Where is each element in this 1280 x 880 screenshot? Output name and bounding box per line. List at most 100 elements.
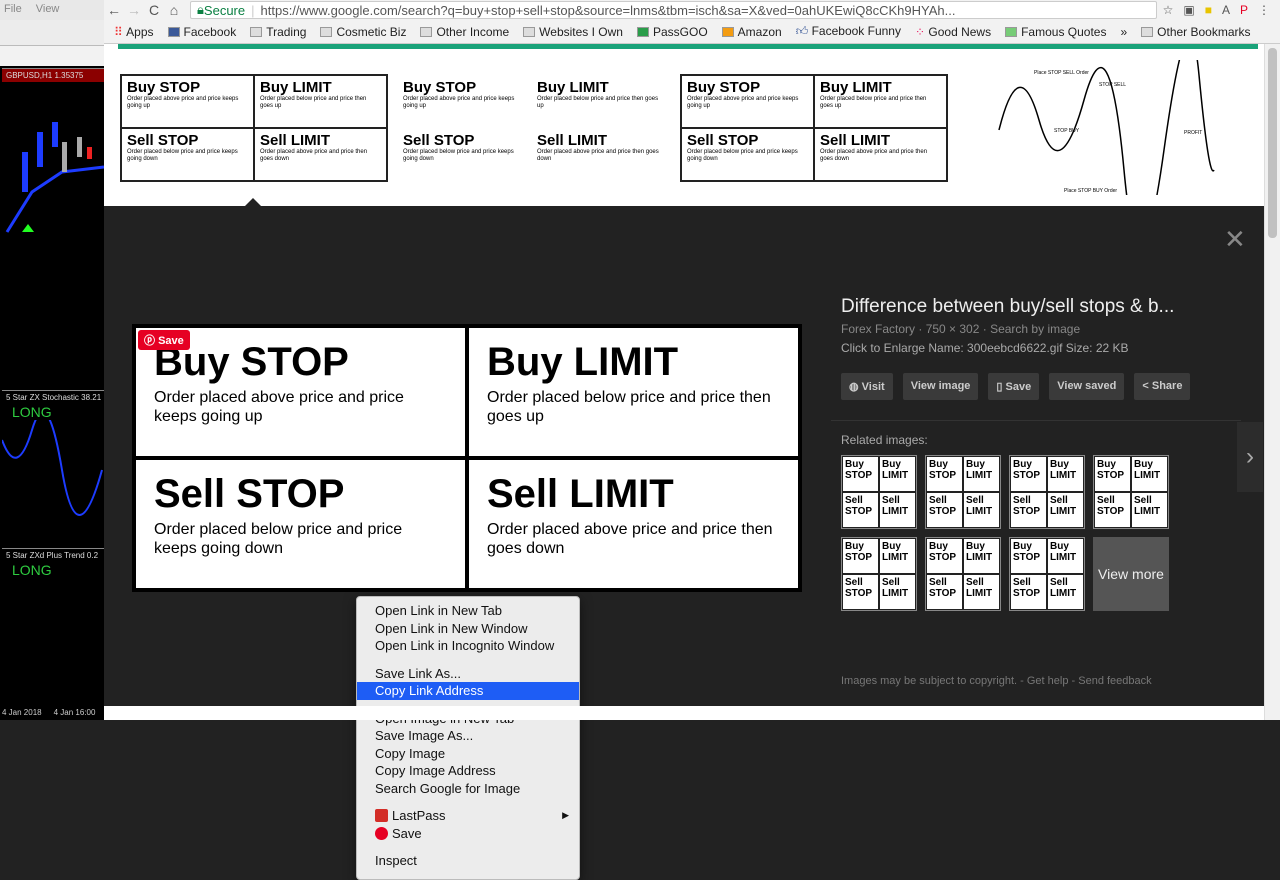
bookmark-famous-quotes[interactable]: Famous Quotes — [1005, 25, 1106, 39]
trend-pane[interactable]: 5 Star ZXd Plus Trend 0.2 LONG — [2, 548, 104, 703]
close-icon[interactable]: ✕ — [1224, 224, 1246, 255]
menu-copy-link-address[interactable]: Copy Link Address — [357, 682, 579, 700]
lastpass-icon — [375, 809, 388, 822]
stochastic-label: 5 Star ZX Stochastic 38.21 — [6, 393, 102, 402]
image-dimensions: 750 × 302 — [925, 322, 980, 336]
related-image[interactable]: Buy STOP Buy LIMIT Sell STOP Sell LIMIT — [841, 455, 917, 529]
result-thumbnail[interactable]: Buy STOP Order placed above price and pri… — [680, 74, 948, 182]
related-image[interactable]: Buy STOP Buy LIMIT Sell STOP Sell LIMIT — [925, 455, 1001, 529]
related-image[interactable]: Buy STOP Buy LIMIT Sell STOP Sell LIMIT — [1009, 537, 1085, 611]
menu-copy-image[interactable]: Copy Image — [357, 745, 579, 763]
trend-label: 5 Star ZXd Plus Trend 0.2 — [6, 551, 99, 560]
source-link[interactable]: Forex Factory — [841, 322, 915, 336]
result-thumbnail[interactable]: Buy STOP Order placed above price and pri… — [396, 74, 666, 182]
menu-open-link-incognito[interactable]: Open Link in Incognito Window — [357, 637, 579, 655]
menu-copy-image-address[interactable]: Copy Image Address — [357, 762, 579, 780]
lock-icon: 🔒︎ — [197, 2, 204, 17]
scrollbar[interactable] — [1264, 44, 1280, 720]
save-button[interactable]: ▯ Save — [988, 373, 1040, 400]
menu-lastpass[interactable]: LastPass ▶ — [357, 807, 579, 825]
bookmark-star-icon[interactable]: ☆ — [1163, 3, 1174, 17]
bookmark-passgoo[interactable]: PassGOO — [636, 25, 708, 39]
stochastic-lines — [2, 411, 103, 516]
bookmark-facebook[interactable]: Facebook — [167, 25, 236, 39]
menu-open-link-new-window[interactable]: Open Link in New Window — [357, 620, 579, 638]
menu-open-link-new-tab[interactable]: Open Link in New Tab — [357, 602, 579, 620]
result-thumbnail[interactable]: Buy STOP Order placed above price and pri… — [120, 74, 388, 182]
forward-icon[interactable]: → — [124, 2, 144, 18]
related-images-label: Related images: — [841, 433, 928, 447]
url-text: https://www.google.com/search?q=buy+stop… — [260, 2, 956, 18]
bookmark-facebook-funny[interactable]: 👍︎ Facebook Funny — [796, 24, 901, 39]
bookmark-other[interactable]: Other Bookmarks — [1141, 25, 1251, 39]
share-icon: < — [1142, 380, 1149, 392]
view-saved-button[interactable]: View saved — [1049, 373, 1125, 400]
long-signal: LONG — [12, 404, 52, 420]
related-image[interactable]: Buy STOP Buy LIMIT Sell STOP Sell LIMIT — [841, 537, 917, 611]
related-image[interactable]: Buy STOP Buy LIMIT Sell STOP Sell LIMIT — [925, 537, 1001, 611]
image-meta: Click to Enlarge Name: 300eebcd6622.gif … — [841, 341, 1129, 355]
copyright-notice: Images may be subject to copyright. — [841, 675, 1018, 687]
extension-icon[interactable]: ■ — [1205, 3, 1212, 17]
pinterest-icon — [375, 826, 388, 840]
preview-image[interactable]: Buy STOP Order placed above price and pri… — [132, 324, 802, 592]
visit-button[interactable]: ◍ Visit — [841, 373, 893, 400]
extension-icon[interactable]: ▣ — [1183, 3, 1194, 17]
result-thumbnail-chart[interactable]: Place STOP SELL Order STOP SELL PROFIT S… — [994, 60, 1216, 195]
symbol-label: GBPUSD,H1 1.35375 — [2, 69, 104, 82]
browser-window: ← → C ⌂ 🔒︎ Secure | https://www.google.com/… — [104, 0, 1280, 880]
bookmark-other-income[interactable]: Other Income — [420, 25, 509, 39]
long-signal-2: LONG — [12, 562, 52, 578]
back-icon[interactable]: ← — [104, 2, 124, 18]
pinterest-icon[interactable]: P — [1240, 3, 1248, 17]
date-label: 4 Jan 16:00 — [53, 708, 96, 717]
related-image[interactable]: Buy STOP Buy LIMIT Sell STOP Sell LIMIT — [1009, 455, 1085, 529]
bookmark-good-news[interactable]: ⁘ Good News — [915, 25, 991, 39]
image-title[interactable]: Difference between buy/sell stops & b... — [841, 296, 1231, 318]
reload-icon[interactable]: C — [144, 2, 164, 18]
bookmark-trading[interactable]: Trading — [250, 25, 306, 39]
related-images-grid: Buy STOP Buy LIMIT Sell STOP Sell LIMIT Buy… — [841, 455, 1231, 611]
menu-save-link-as[interactable]: Save Link As... — [357, 665, 579, 683]
menu-icon[interactable]: ⋮ — [1258, 3, 1270, 17]
search-by-image-link[interactable]: Search by image — [990, 322, 1080, 336]
bookmark-cosmetic-biz[interactable]: Cosmetic Biz — [320, 25, 406, 39]
submenu-arrow-icon: ▶ — [562, 810, 569, 820]
amz-extension-icon[interactable]: A — [1222, 3, 1230, 17]
bookmark-icon: ▯ — [996, 381, 1003, 393]
image-preview-panel: Buy STOP Order placed above price and pri… — [104, 198, 1264, 880]
menu-inspect[interactable]: Inspect — [357, 852, 579, 870]
context-menu: Open Link in New Tab Open Link in New Wi… — [356, 596, 580, 880]
menu-pinterest-save[interactable]: Save — [357, 825, 579, 843]
get-help-link[interactable]: Get help — [1027, 675, 1069, 687]
price-chart[interactable]: GBPUSD,H1 1.35375 — [2, 68, 104, 388]
stochastic-pane[interactable]: 5 Star ZX Stochastic 38.21 LONG — [2, 390, 104, 545]
related-image[interactable]: Buy STOP Buy LIMIT Sell STOP Sell LIMIT — [1093, 455, 1169, 529]
results-row-top — [118, 44, 1258, 49]
mt4-toolbar[interactable] — [0, 20, 104, 46]
bookmarks-bar: ⠿ Apps Facebook Trading Cosmetic Biz Oth… — [104, 20, 1280, 44]
view-more-button[interactable]: View more — [1093, 537, 1169, 611]
bookmark-apps[interactable]: ⠿ Apps — [114, 25, 154, 39]
view-image-button[interactable]: View image — [902, 373, 979, 400]
share-button[interactable]: < Share — [1134, 373, 1191, 400]
menu-save-image-as[interactable]: Save Image As... — [357, 727, 579, 745]
page-bottom — [104, 706, 1264, 720]
candles — [5, 122, 104, 233]
address-bar[interactable]: 🔒︎ Secure | https://www.google.com/search?q… — [190, 1, 1157, 19]
bookmark-amazon[interactable]: Amazon — [721, 25, 782, 39]
send-feedback-link[interactable]: Send feedback — [1078, 675, 1151, 687]
menu-file[interactable]: File — [4, 3, 22, 17]
metatrader-window: File View GBPUSD,H1 1.35375 5 Star ZX Sto… — [0, 0, 104, 720]
menu-search-google-for-image[interactable]: Search Google for Image — [357, 780, 579, 798]
mt4-toolbar-2[interactable] — [0, 46, 104, 66]
globe-icon: ◍ — [849, 381, 859, 393]
home-icon[interactable]: ⌂ — [164, 2, 184, 18]
menu-view[interactable]: View — [36, 3, 60, 17]
bookmarks-overflow[interactable]: » — [1120, 25, 1127, 39]
secure-label: Secure — [203, 2, 246, 18]
bookmark-websites[interactable]: Websites I Own — [523, 25, 623, 39]
pinterest-save-button[interactable]: ⓟ Save — [138, 330, 190, 350]
date-label: 4 Jan 2018 — [2, 708, 42, 717]
next-image-chevron-icon[interactable]: › — [1237, 422, 1263, 492]
